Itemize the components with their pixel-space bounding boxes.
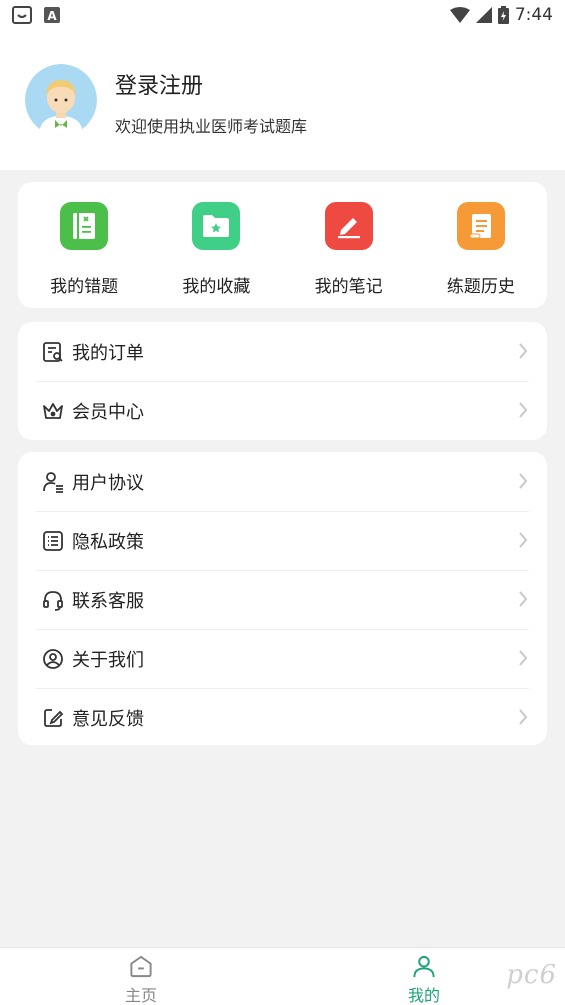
profile-header[interactable]: 登录注册 欢迎使用执业医师考试题库 bbox=[0, 30, 565, 170]
menu-item-membership[interactable]: 会员中心 bbox=[18, 381, 547, 440]
chevron-right-icon bbox=[519, 343, 528, 359]
quick-action-notes[interactable]: 我的笔记 bbox=[283, 182, 415, 308]
menu-item-label: 用户协议 bbox=[72, 472, 144, 494]
tab-home[interactable]: 主页 bbox=[81, 948, 201, 1005]
wrong-questions-icon bbox=[60, 202, 109, 250]
headset-icon bbox=[42, 589, 64, 611]
quick-action-history[interactable]: 练题历史 bbox=[415, 182, 547, 308]
svg-text:A: A bbox=[47, 9, 57, 23]
quick-action-label: 我的错题 bbox=[50, 277, 119, 297]
history-scroll-icon bbox=[456, 202, 505, 250]
status-bar: A 7:44 bbox=[0, 0, 565, 30]
signal-icon bbox=[475, 7, 492, 23]
menu-item-label: 我的订单 bbox=[72, 342, 144, 364]
menu-item-label: 隐私政策 bbox=[72, 531, 144, 553]
quick-action-label: 我的收藏 bbox=[182, 277, 251, 297]
chevron-right-icon bbox=[519, 473, 528, 489]
battery-icon bbox=[497, 6, 509, 24]
tab-profile[interactable]: 我的 bbox=[364, 948, 484, 1005]
login-register-title[interactable]: 登录注册 bbox=[115, 68, 203, 100]
menu-item-label: 关于我们 bbox=[72, 649, 144, 671]
about-user-icon bbox=[42, 648, 64, 670]
privacy-list-icon bbox=[42, 530, 64, 552]
menu-item-label: 会员中心 bbox=[72, 401, 144, 423]
quick-action-label: 练题历史 bbox=[446, 277, 515, 297]
wifi-icon bbox=[449, 7, 470, 23]
menu-item-user-agreement[interactable]: 用户协议 bbox=[18, 452, 547, 511]
notes-pen-icon bbox=[324, 202, 373, 250]
menu-group-info: 用户协议 隐私政策 联系客服 关于我们 意见反馈 bbox=[18, 452, 547, 745]
user-agreement-icon bbox=[42, 471, 64, 493]
chevron-right-icon bbox=[519, 532, 528, 548]
chevron-right-icon bbox=[519, 709, 528, 725]
menu-item-feedback[interactable]: 意见反馈 bbox=[18, 688, 547, 747]
tab-label: 我的 bbox=[407, 986, 440, 1005]
chevron-right-icon bbox=[519, 402, 528, 418]
quick-action-wrong-questions[interactable]: 我的错题 bbox=[18, 182, 150, 308]
chevron-right-icon bbox=[519, 650, 528, 666]
home-icon bbox=[130, 955, 152, 978]
notification-a-icon: A bbox=[44, 7, 60, 23]
profile-icon bbox=[413, 955, 435, 978]
menu-item-about-us[interactable]: 关于我们 bbox=[18, 629, 547, 688]
menu-item-label: 联系客服 bbox=[72, 590, 144, 612]
feedback-edit-icon bbox=[42, 707, 64, 729]
menu-item-label: 意见反馈 bbox=[72, 708, 144, 730]
notification-face-icon bbox=[12, 6, 32, 24]
favorites-folder-icon bbox=[192, 202, 241, 250]
status-time: 7:44 bbox=[514, 5, 553, 25]
crown-icon bbox=[42, 400, 64, 422]
menu-item-customer-service[interactable]: 联系客服 bbox=[18, 570, 547, 629]
menu-item-privacy-policy[interactable]: 隐私政策 bbox=[18, 511, 547, 570]
avatar[interactable] bbox=[25, 64, 97, 136]
menu-item-my-orders[interactable]: 我的订单 bbox=[18, 322, 547, 381]
bottom-tab-bar: 主页 我的 bbox=[0, 947, 565, 1005]
tab-label: 主页 bbox=[124, 986, 157, 1005]
order-icon bbox=[42, 341, 64, 363]
welcome-subtitle: 欢迎使用执业医师考试题库 bbox=[115, 117, 308, 136]
quick-actions-card: 我的错题 我的收藏 我的笔记 练题历史 bbox=[18, 182, 547, 308]
quick-action-favorites[interactable]: 我的收藏 bbox=[150, 182, 282, 308]
quick-action-label: 我的笔记 bbox=[314, 277, 383, 297]
menu-group-orders: 我的订单 会员中心 bbox=[18, 322, 547, 440]
watermark-logo: pc6 bbox=[506, 960, 557, 990]
chevron-right-icon bbox=[519, 591, 528, 607]
